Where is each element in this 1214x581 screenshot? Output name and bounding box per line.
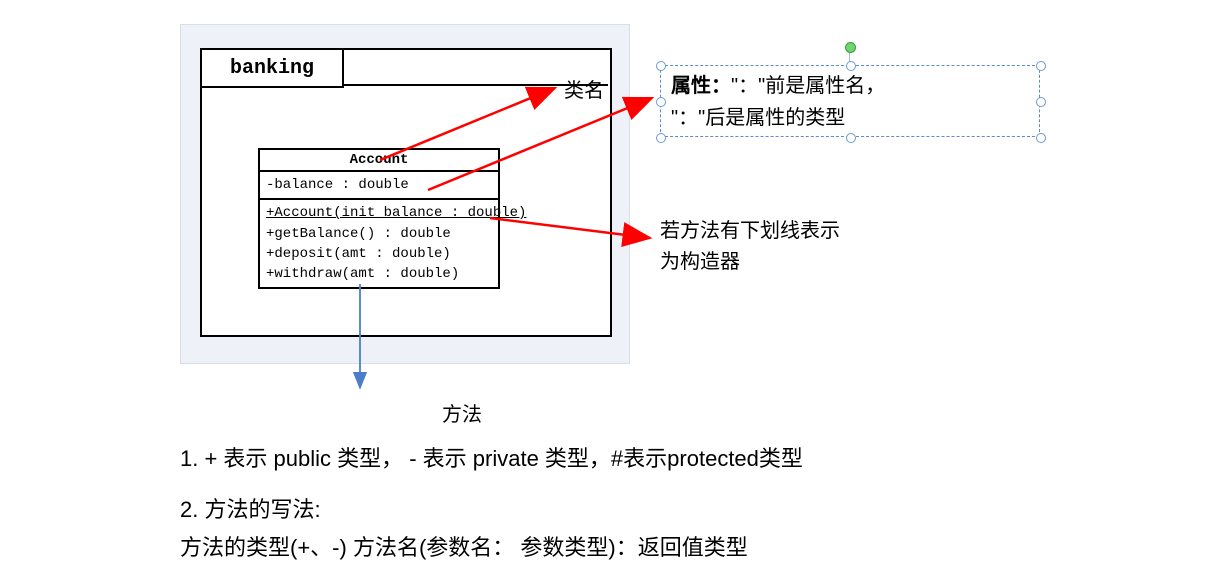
- callout-line2: "："后是属性的类型: [671, 107, 845, 129]
- label-method: 方法: [442, 398, 482, 427]
- note-line-1: 1. + 表示 public 类型， - 表示 private 类型，#表示pr…: [180, 440, 803, 477]
- note-line-3: 方法的类型(+、-) 方法名(参数名： 参数类型)：返回值类型: [180, 529, 803, 566]
- selection-handle-icon[interactable]: [846, 61, 856, 71]
- callout-line1: 属性："："前是属性名，: [671, 75, 885, 97]
- class-attributes: -balance : double: [260, 172, 498, 200]
- method-row: +withdraw(amt : double): [266, 264, 492, 284]
- label-classname: 类名: [564, 74, 604, 103]
- selection-handle-icon[interactable]: [846, 133, 856, 143]
- rotation-handle-icon[interactable]: [845, 42, 856, 53]
- selection-handle-icon[interactable]: [656, 133, 666, 143]
- attribute-callout[interactable]: 属性："："前是属性名， "："后是属性的类型: [660, 65, 1040, 137]
- package-tab: banking: [200, 48, 344, 88]
- class-box: Account -balance : double +Account(init_…: [258, 148, 500, 289]
- callout-bold: 属性：: [671, 75, 731, 97]
- attribute-row: -balance : double: [266, 175, 492, 195]
- method-text: +Account(init_balance : double): [266, 205, 526, 221]
- note-line-2: 2. 方法的写法:: [180, 491, 803, 528]
- selection-handle-icon[interactable]: [656, 61, 666, 71]
- package-name: banking: [230, 57, 314, 80]
- selection-handle-icon[interactable]: [1036, 133, 1046, 143]
- notes-block: 1. + 表示 public 类型， - 表示 private 类型，#表示pr…: [180, 440, 803, 566]
- class-name: Account: [260, 150, 498, 172]
- label-constructor: 若方法有下划线表示为构造器: [660, 216, 840, 278]
- selection-handle-icon[interactable]: [656, 97, 666, 107]
- method-row: +deposit(amt : double): [266, 244, 492, 264]
- selection-handle-icon[interactable]: [1036, 97, 1046, 107]
- selection-handle-icon[interactable]: [1036, 61, 1046, 71]
- class-methods: +Account(init_balance : double) +getBala…: [260, 200, 498, 287]
- method-row: +Account(init_balance : double): [266, 203, 492, 223]
- method-row: +getBalance() : double: [266, 224, 492, 244]
